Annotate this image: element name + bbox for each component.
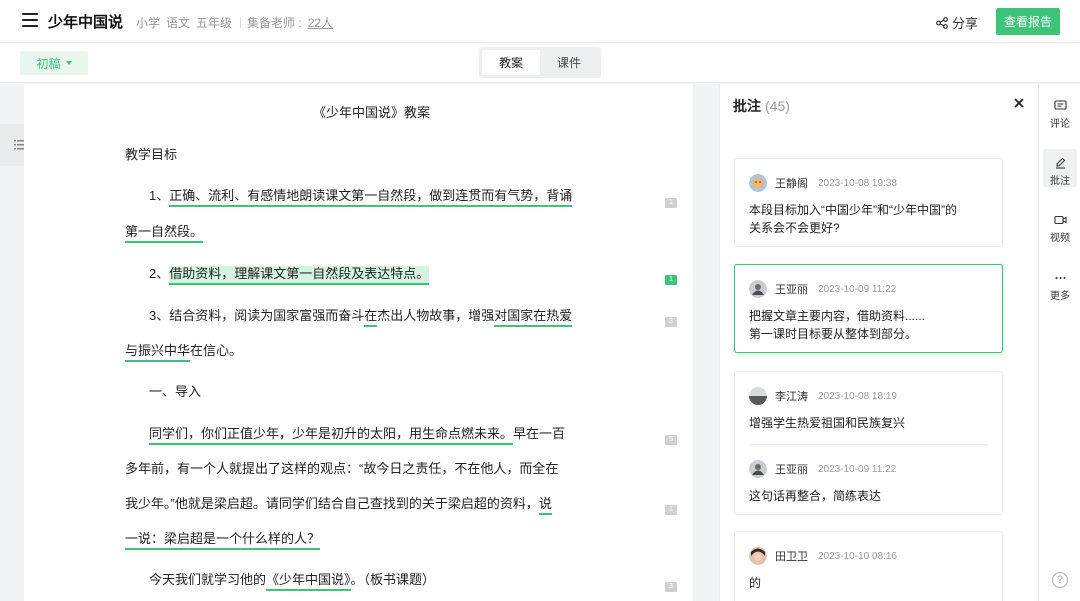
comment-time: 2023-10-08 18:19 <box>818 390 897 402</box>
teacher-count-link[interactable]: 22人 <box>308 14 333 31</box>
comment-card[interactable]: 王静阁 2023-10-08 19:38 本段目标加入“中国少年”和“少年中国”… <box>734 158 1003 247</box>
comment-item: 田卫卫 2023-10-10 08:16 的 <box>735 532 1002 592</box>
comment-icon <box>1053 100 1067 110</box>
comment-item: 李江涛 2023-10-08 18:19 增强学生热爱祖国和民族复兴 <box>735 372 1002 432</box>
rail-item-more[interactable]: 更多 <box>1039 272 1080 302</box>
comment-author: 李江涛 <box>775 391 808 403</box>
panel-title: 批注 (45) <box>733 98 790 114</box>
comment-time: 2023-10-08 19:38 <box>818 177 897 189</box>
close-icon[interactable] <box>1012 96 1026 110</box>
annotated-text[interactable]: 国家在热爱 <box>507 308 573 327</box>
tab-lesson-plan[interactable]: 教案 <box>482 50 540 75</box>
document-meta: 小学 语文 五年级 集备老师 : 22人 <box>136 14 339 31</box>
comment-reply: 王亚丽 2023-10-09 11:22 这句话再整合，简练表达 <box>735 445 1002 505</box>
comment-marker[interactable]: 3 <box>665 317 677 327</box>
pen-icon <box>1055 157 1065 169</box>
caret-down-icon <box>65 61 72 65</box>
video-icon <box>1053 215 1067 225</box>
lesson-title: 《少年中国说》教案 <box>313 105 431 120</box>
toolbar: 初稿 教案 课件 <box>0 43 1080 83</box>
comment-text: 把握文章主要内容，借助资料...... 第一课时目标要从整体到部分。 <box>749 309 926 341</box>
comment-time: 2023-10-09 11:22 <box>818 283 897 295</box>
meta-grade: 五年级 <box>196 16 233 30</box>
avatar <box>749 280 767 298</box>
comment-marker[interactable]: 1 <box>665 198 677 208</box>
intro-para-line-2: 多年前，有一个人就提出了这样的观点：“故今日之责任，不在他人，而全在 <box>125 461 559 476</box>
comment-time: 2023-10-09 11:22 <box>818 463 897 475</box>
share-button[interactable]: 分享 <box>936 13 978 32</box>
avatar <box>749 387 767 405</box>
annotated-text-selected[interactable]: 借助资料，理解课文第一自然段及表达特点。 <box>169 266 430 285</box>
annotation-count: (45) <box>765 98 790 114</box>
rail-label: 批注 <box>1050 176 1070 187</box>
draft-version-dropdown[interactable]: 初稿 <box>20 51 88 75</box>
comment-marker-active[interactable]: 1 <box>665 275 677 285</box>
comment-marker[interactable]: 3 <box>665 582 677 592</box>
share-label: 分享 <box>952 16 979 31</box>
document-page: 《少年中国说》教案 教学目标 1、正确、流利、有感情地朗读课文第一自然段，做到连… <box>24 84 693 601</box>
rail-item-comments[interactable]: 评论 <box>1039 100 1080 130</box>
annotated-text[interactable]: 在 <box>364 308 378 327</box>
teacher-label: 集备老师 : <box>247 16 302 30</box>
avatar <box>749 174 767 192</box>
rail-label: 更多 <box>1050 291 1070 302</box>
annotated-text[interactable]: 对 <box>494 308 508 327</box>
avatar <box>749 547 767 565</box>
meta-subject: 语文 <box>166 16 191 30</box>
more-dots-icon <box>1055 277 1065 279</box>
meta-divider <box>240 17 242 28</box>
comment-card[interactable]: 田卫卫 2023-10-10 08:16 的 <box>734 531 1003 601</box>
comment-marker[interactable]: 1 <box>665 505 677 515</box>
rail-item-video[interactable]: 视频 <box>1039 214 1080 244</box>
document-title: 少年中国说 <box>48 14 124 31</box>
intro-para-2: 今天我们就学习他的《少年中国说》。（板书课题） <box>149 569 435 591</box>
comment-text: 增强学生热爱祖国和民族复兴 <box>749 416 906 430</box>
right-tool-rail: 评论 批注 视频 更多 ? <box>1038 84 1080 601</box>
goal-2: 2、借助资料，理解课文第一自然段及表达特点。 <box>149 263 430 285</box>
intro-para-line-4: 一说：梁启超是一个什么样的人？ <box>125 528 321 550</box>
intro-para-line-3: 我少年。”他就是梁启超。请同学们结合自己查找到的关于梁启超的资料，说 <box>125 493 552 515</box>
comment-text: 这句话再整合，简练表达 <box>749 489 882 503</box>
rail-label: 评论 <box>1050 119 1070 130</box>
rail-item-annotations[interactable]: 批注 <box>1039 149 1080 187</box>
view-tabs: 教案 课件 <box>479 47 601 78</box>
comment-text: 的 <box>749 576 762 590</box>
annotated-text[interactable]: 说 <box>538 496 552 515</box>
annotated-text[interactable]: 同学们，你们正值少年，少年是初升的太阳，用生命点燃未来。 <box>149 426 514 445</box>
intro-para-line-1: 同学们，你们正值少年，少年是初升的太阳，用生命点燃未来。早在一百 <box>149 423 565 445</box>
goal-1-line-1: 1、正确、流利、有感情地朗读课文第一自然段，做到连贯而有气势，背诵 <box>149 185 573 207</box>
annotated-text[interactable]: 正确、流利、有感情地朗读课文第一自然段，做到连贯而有气势，背诵 <box>169 188 573 207</box>
comment-text: 本段目标加入“中国少年”和“少年中国”的 关系会不会更好? <box>749 203 957 235</box>
rail-label: 视频 <box>1050 233 1070 244</box>
comment-author: 田卫卫 <box>775 551 808 563</box>
section-teaching-goals: 教学目标 <box>125 147 178 162</box>
goal-1-line-2: 第一自然段。 <box>125 221 204 243</box>
draft-label: 初稿 <box>36 56 61 71</box>
annotated-text[interactable]: 《少年中国说》 <box>266 572 351 591</box>
meta-level: 小学 <box>136 16 161 30</box>
annotated-text[interactable]: 第一自然段。 <box>125 224 204 243</box>
comment-item: 王亚丽 2023-10-09 11:22 把握文章主要内容，借助资料......… <box>735 265 1002 343</box>
annotated-text[interactable]: 一说：梁启超是一个什么样的人？ <box>125 531 321 550</box>
help-icon[interactable]: ? <box>1052 572 1068 588</box>
avatar <box>749 460 767 478</box>
top-header: 少年中国说 小学 语文 五年级 集备老师 : 22人 分享 查看报告 <box>0 0 1080 43</box>
goal-3-line-1: 3、结合资料，阅读为国家富强而奋斗在杰出人物故事，增强对国家在热爱 <box>149 305 573 327</box>
comment-card-selected[interactable]: 王亚丽 2023-10-09 11:22 把握文章主要内容，借助资料......… <box>734 264 1003 353</box>
hamburger-menu-icon[interactable] <box>22 13 38 27</box>
comment-author: 王静阁 <box>775 178 808 190</box>
comment-author: 王亚丽 <box>775 284 808 296</box>
tab-courseware[interactable]: 课件 <box>540 50 598 75</box>
annotated-text[interactable]: 与振兴中华 <box>125 343 191 362</box>
section-introduction: 一、导入 <box>149 384 202 399</box>
view-report-button[interactable]: 查看报告 <box>996 8 1060 35</box>
comment-author: 王亚丽 <box>775 464 808 476</box>
comment-time: 2023-10-10 08:16 <box>818 550 897 562</box>
goal-3-line-2: 与振兴中华在信心。 <box>125 340 242 362</box>
annotations-panel: 批注 (45) 王静阁 2023-10-08 19:38 本段目标加入“中国少年”… <box>719 84 1038 601</box>
share-icon <box>936 16 948 29</box>
comment-thread-card[interactable]: 李江涛 2023-10-08 18:19 增强学生热爱祖国和民族复兴 王亚丽 2… <box>734 371 1003 515</box>
comment-item: 王静阁 2023-10-08 19:38 本段目标加入“中国少年”和“少年中国”… <box>735 159 1002 237</box>
comment-marker[interactable]: 5 <box>665 435 677 445</box>
